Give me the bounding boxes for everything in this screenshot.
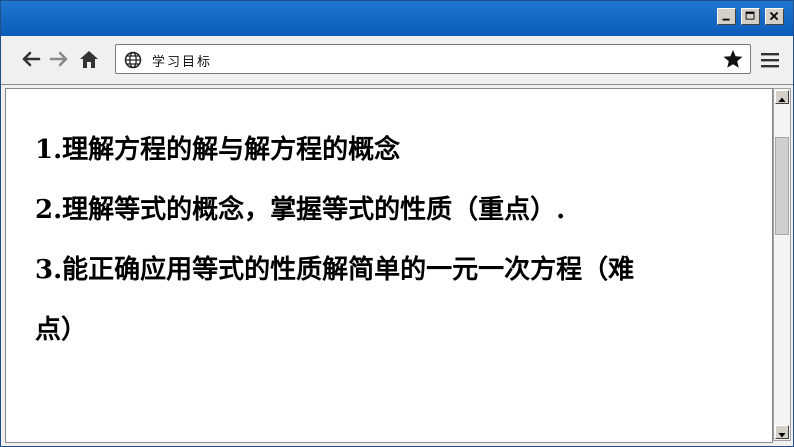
close-button[interactable] [765,8,784,25]
arrow-right-icon [49,51,68,67]
back-button[interactable] [19,48,43,70]
vertical-scrollbar[interactable] [773,88,791,441]
globe-icon [124,51,142,69]
navigation-toolbar: 学习目标 [1,36,793,85]
maximize-button[interactable] [741,8,760,25]
objective-item-3: 3.能正确应用等式的性质解简单的一元一次方程（难 [35,255,635,285]
scrollbar-thumb[interactable] [775,137,789,235]
arrow-left-icon [22,51,41,67]
caret-up-icon [778,97,786,102]
objective-item-3-continued: 点） [35,315,88,345]
scroll-up-button[interactable] [775,90,789,104]
star-icon[interactable] [722,48,744,70]
minimize-button[interactable] [717,8,736,25]
minimize-icon [722,18,730,21]
objective-item-2: 2.理解等式的概念，掌握等式的性质（重点）. [35,195,566,225]
address-text: 学习目标 [152,55,213,70]
home-icon [80,51,98,68]
objective-item-1: 1.理解方程的解与解方程的概念 [35,135,401,165]
address-bar[interactable]: 学习目标 [115,44,751,74]
page-content: 1.理解方程的解与解方程的概念 2.理解等式的概念，掌握等式的性质（重点）. 3… [5,88,773,443]
forward-button[interactable] [47,48,71,70]
home-button[interactable] [77,48,101,70]
close-icon [769,11,779,21]
browser-window: 学习目标 1.理解方程的解与解方程的概念 2.理解等式的概念，掌握等式的性质（重… [0,0,794,447]
maximize-icon [745,11,755,20]
title-bar[interactable] [1,1,793,36]
scroll-down-button[interactable] [775,425,789,439]
caret-down-icon [778,433,786,438]
hamburger-icon[interactable] [759,49,781,71]
